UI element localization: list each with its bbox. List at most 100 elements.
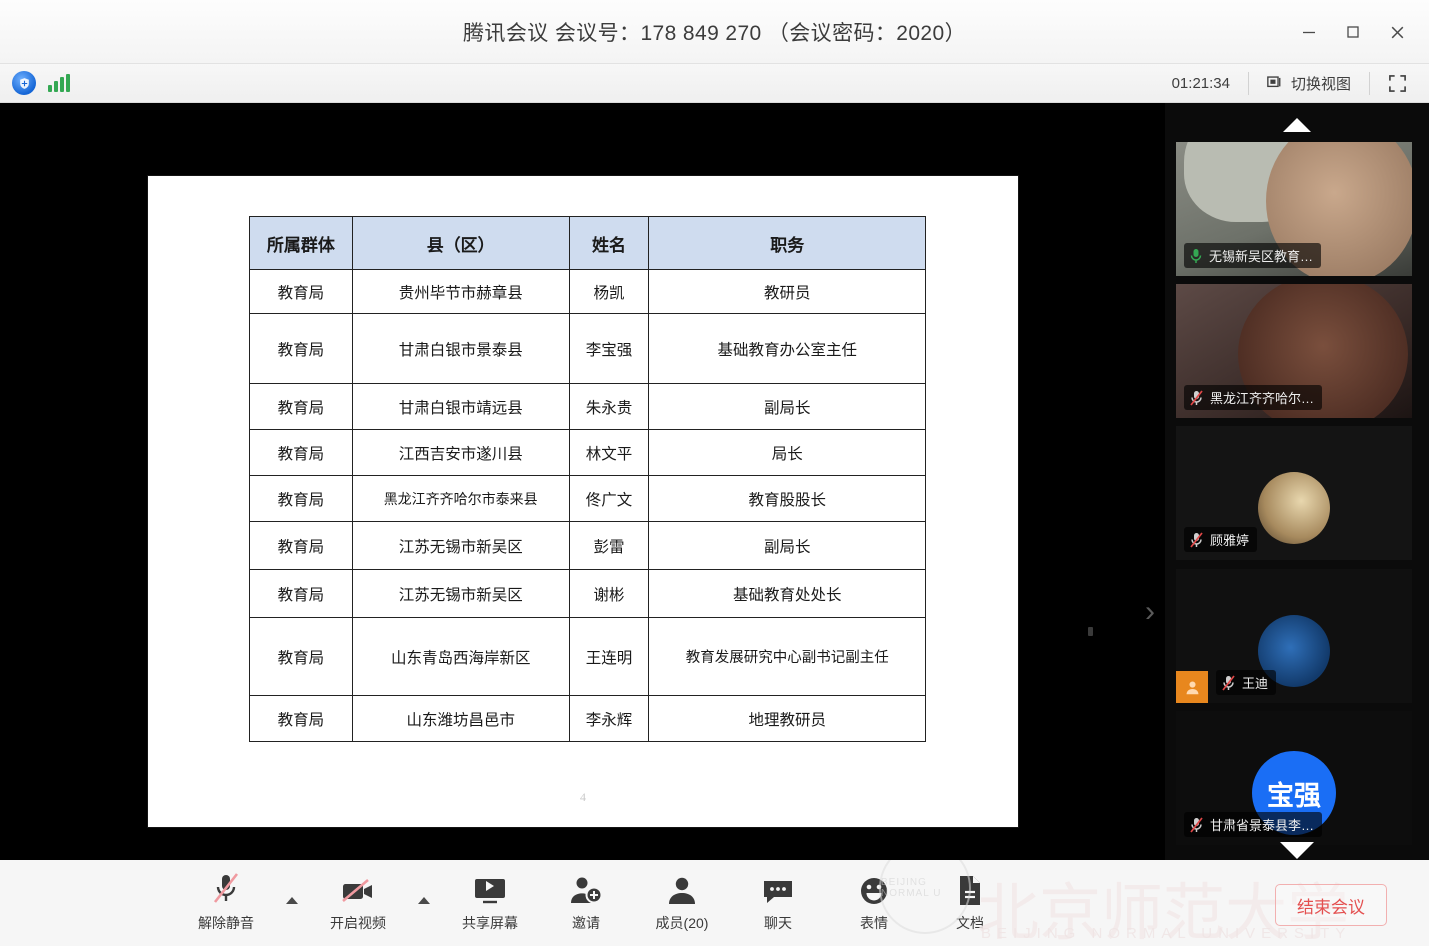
control-bar-items: 解除静音 开启视频 (0, 870, 1018, 937)
video-off-icon (340, 870, 376, 906)
table-header-cell: 所属群体 (250, 217, 353, 270)
table-row: 教育局 江苏无锡市新吴区 谢彬 基础教育处处长 (250, 570, 926, 618)
participant-filmstrip: 无锡新吴区教育… 黑龙江齐齐哈尔… (1165, 103, 1429, 860)
table-cell: 局长 (649, 430, 926, 476)
window-title: 腾讯会议 会议号：178 849 270 （会议密码：2020） (463, 17, 966, 47)
avatar (1258, 472, 1330, 544)
table-cell: 王连明 (569, 618, 649, 696)
host-badge (1176, 671, 1208, 703)
unmute-label: 解除静音 (198, 913, 254, 933)
chevron-up-icon (418, 897, 430, 904)
table-cell: 甘肃白银市靖远县 (352, 384, 569, 430)
participant-name-bar: 顾雅婷 (1184, 527, 1257, 552)
participant-tile[interactable]: 宝强 甘肃省景泰县李… (1176, 711, 1412, 845)
table-cell: 副局长 (649, 522, 926, 570)
table-cell: 李宝强 (569, 314, 649, 384)
maximize-icon (1345, 24, 1361, 40)
share-screen-icon (472, 870, 508, 906)
start-video-label: 开启视频 (330, 913, 386, 933)
participants-button[interactable]: 成员(20) (634, 870, 730, 937)
mic-on-icon (1189, 248, 1203, 264)
table-header-cell: 县（区） (352, 217, 569, 270)
table-cell: 彭雷 (569, 522, 649, 570)
chat-button[interactable]: 聊天 (730, 870, 826, 937)
end-meeting-button[interactable]: 结束会议 (1275, 884, 1387, 926)
document-button[interactable]: 文档 (922, 870, 1018, 937)
start-video-button[interactable]: 开启视频 (310, 870, 406, 937)
scroll-up-arrow-icon (1283, 118, 1311, 132)
fullscreen-button[interactable] (1369, 72, 1429, 95)
table-cell: 佟广文 (569, 476, 649, 522)
share-screen-button[interactable]: 共享屏幕 (442, 870, 538, 937)
chevron-up-icon (286, 897, 298, 904)
table-cell: 甘肃白银市景泰县 (352, 314, 569, 384)
meeting-control-bar: 解除静音 开启视频 (0, 860, 1429, 946)
fullscreen-icon (1388, 74, 1407, 93)
participant-name: 黑龙江齐齐哈尔… (1210, 388, 1314, 407)
table-cell: 教育局 (250, 522, 353, 570)
table-cell: 基础教育处处长 (649, 570, 926, 618)
chat-label: 聊天 (764, 913, 792, 933)
emoji-button[interactable]: 表情 (826, 870, 922, 937)
unmute-button[interactable]: 解除静音 (178, 870, 274, 937)
table-cell: 教育发展研究中心副书记副主任 (649, 618, 926, 696)
mic-off-icon (1189, 817, 1204, 833)
cursor-marker (1088, 627, 1093, 636)
audio-options-button[interactable] (274, 897, 310, 937)
participant-tile[interactable]: 王迪 (1176, 569, 1412, 703)
switch-view-label: 切换视图 (1291, 73, 1351, 94)
mic-off-icon (1189, 532, 1204, 548)
next-slide-button[interactable]: › (1138, 590, 1162, 634)
meeting-stage: 所属群体 县（区） 姓名 职务 教育局 贵州毕节市赫章县 杨凯 教研员 教育局 … (0, 103, 1429, 860)
table-cell: 李永辉 (569, 696, 649, 742)
minimize-button[interactable] (1287, 0, 1331, 64)
table-cell: 教育局 (250, 570, 353, 618)
table-cell: 杨凯 (569, 270, 649, 314)
close-button[interactable] (1375, 0, 1419, 64)
table-cell: 江苏无锡市新吴区 (352, 522, 569, 570)
sub-toolbar-left (0, 71, 70, 95)
share-screen-label: 共享屏幕 (462, 913, 518, 933)
table-cell: 朱永贵 (569, 384, 649, 430)
window-title-bar: 腾讯会议 会议号：178 849 270 （会议密码：2020） (0, 0, 1429, 64)
chat-bubble-icon (762, 870, 794, 906)
shield-icon[interactable] (12, 71, 36, 95)
table-cell: 教育股股长 (649, 476, 926, 522)
participant-name: 无锡新吴区教育… (1209, 246, 1313, 265)
table-cell: 教育局 (250, 270, 353, 314)
invite-user-icon (569, 870, 603, 906)
invite-button[interactable]: 邀请 (538, 870, 634, 937)
close-icon (1389, 24, 1406, 41)
scroll-down-arrow-icon (1280, 842, 1314, 859)
participants-label: 成员(20) (656, 913, 709, 933)
table-cell: 教育局 (250, 476, 353, 522)
participant-tile[interactable]: 无锡新吴区教育… (1176, 142, 1412, 276)
emoji-icon (859, 870, 889, 906)
video-options-button[interactable] (406, 897, 442, 937)
switch-view-button[interactable]: 切换视图 (1248, 72, 1369, 95)
signal-bars-icon[interactable] (48, 74, 70, 92)
table-row: 教育局 江西吉安市遂川县 林文平 局长 (250, 430, 926, 476)
table-cell: 教研员 (649, 270, 926, 314)
filmstrip-scroll-up-button[interactable] (1165, 112, 1429, 138)
emoji-label: 表情 (860, 913, 888, 933)
participant-name-bar: 无锡新吴区教育… (1184, 243, 1321, 268)
participant-name: 顾雅婷 (1210, 530, 1249, 549)
table-cell: 教育局 (250, 430, 353, 476)
document-label: 文档 (956, 913, 984, 933)
shared-slide: 所属群体 县（区） 姓名 职务 教育局 贵州毕节市赫章县 杨凯 教研员 教育局 … (148, 176, 1018, 827)
table-cell: 林文平 (569, 430, 649, 476)
table-cell: 地理教研员 (649, 696, 926, 742)
participant-name-bar: 王迪 (1216, 670, 1276, 695)
mic-muted-icon (211, 870, 241, 906)
participants-icon (666, 870, 698, 906)
participant-tile[interactable]: 黑龙江齐齐哈尔… (1176, 284, 1412, 418)
table-cell: 副局长 (649, 384, 926, 430)
meeting-timer: 01:21:34 (1154, 72, 1248, 95)
table-cell: 基础教育办公室主任 (649, 314, 926, 384)
table-cell: 贵州毕节市赫章县 (352, 270, 569, 314)
participant-tile[interactable]: 顾雅婷 (1176, 426, 1412, 560)
maximize-button[interactable] (1331, 0, 1375, 64)
sub-toolbar-right: 01:21:34 切换视图 (1154, 64, 1429, 103)
table-row: 教育局 甘肃白银市靖远县 朱永贵 副局长 (250, 384, 926, 430)
